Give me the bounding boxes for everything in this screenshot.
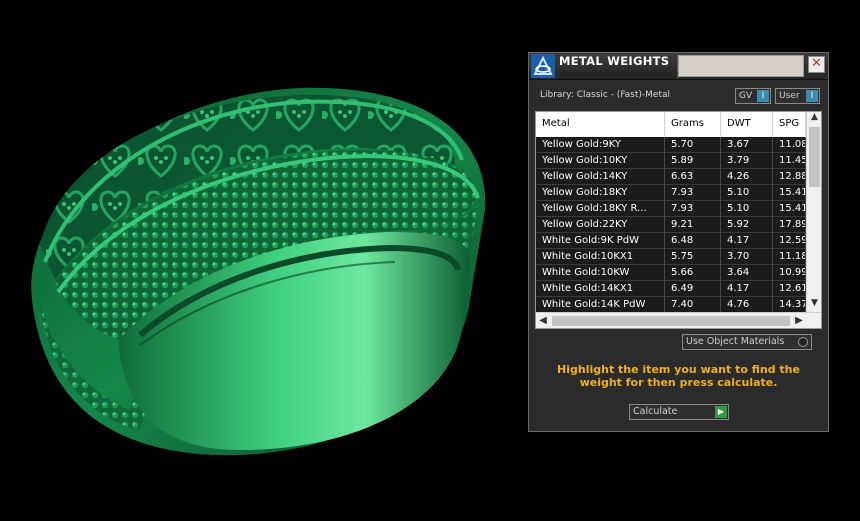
cell-dwt: 4.17	[721, 281, 773, 297]
scroll-left-icon[interactable]: ◀	[536, 313, 550, 328]
close-button[interactable]: ✕	[808, 56, 825, 73]
table-body: Yellow Gold:9KY 5.70 3.67 11.08 Yellow Gold:…	[536, 137, 806, 313]
table-row[interactable]: White Gold:9K PdW 6.48 4.17 12.59	[536, 233, 806, 249]
cell-grams: 5.70	[665, 137, 721, 153]
cell-metal: White Gold:14K PdW	[536, 297, 665, 313]
cell-dwt: 4.26	[721, 169, 773, 185]
column-header-dwt[interactable]: DWT	[721, 112, 773, 136]
cell-grams: 6.48	[665, 233, 721, 249]
cell-metal: Yellow Gold:18KY	[536, 185, 665, 201]
cell-spg: 12.61	[773, 281, 806, 297]
vertical-scroll-thumb[interactable]	[809, 127, 820, 187]
table-row[interactable]: Yellow Gold:9KY 5.70 3.67 11.08	[536, 137, 806, 153]
cell-grams: 5.66	[665, 265, 721, 281]
cell-metal: Yellow Gold:9KY	[536, 137, 665, 153]
app-logo-icon	[531, 54, 555, 78]
cell-spg: 11.18	[773, 249, 806, 265]
ring-model	[31, 87, 486, 456]
cell-metal: White Gold:9K PdW	[536, 233, 665, 249]
user-toggle[interactable]: User I	[775, 88, 820, 104]
cell-dwt: 3.67	[721, 137, 773, 153]
column-header-spg[interactable]: SPG	[773, 112, 806, 136]
cell-grams: 6.49	[665, 281, 721, 297]
cell-grams: 7.93	[665, 201, 721, 217]
column-header-metal[interactable]: Metal	[536, 112, 665, 136]
cell-grams: 7.40	[665, 297, 721, 313]
user-toggle-knob: I	[806, 90, 818, 102]
panel-title-tab: METAL WEIGHTS	[529, 53, 678, 79]
cell-metal: White Gold:10KW	[536, 265, 665, 281]
cell-spg: 11.08	[773, 137, 806, 153]
cell-metal: White Gold:14KX1	[536, 281, 665, 297]
cell-dwt: 4.76	[721, 297, 773, 313]
calculate-label: Calculate	[633, 406, 678, 417]
table-row[interactable]: White Gold:14KX1 6.49 4.17 12.61	[536, 281, 806, 297]
vertical-scrollbar[interactable]: ▲ ▼	[806, 112, 821, 312]
cell-dwt: 5.10	[721, 201, 773, 217]
metal-weights-panel: METAL WEIGHTS ✕ Library: Classic - (Fast…	[528, 52, 829, 432]
gv-toggle-knob: I	[757, 90, 769, 102]
titlebar-gap	[678, 55, 804, 77]
table-row[interactable]: Yellow Gold:18KY R... 7.93 5.10 15.41	[536, 201, 806, 217]
use-object-materials-label: Use Object Materials	[686, 336, 785, 347]
cell-grams: 6.63	[665, 169, 721, 185]
calculate-button[interactable]: Calculate ▶	[629, 404, 729, 420]
scroll-up-icon[interactable]: ▲	[807, 112, 821, 126]
cell-spg: 12.88	[773, 169, 806, 185]
use-object-materials-toggle[interactable]: Use Object Materials	[682, 334, 812, 350]
user-toggle-label: User	[779, 91, 800, 101]
cell-spg: 12.59	[773, 233, 806, 249]
cell-dwt: 3.64	[721, 265, 773, 281]
cell-dwt: 5.10	[721, 185, 773, 201]
library-label: Library: Classic - (Fast)-Metal	[540, 90, 671, 100]
cell-spg: 11.45	[773, 153, 806, 169]
cell-dwt: 3.70	[721, 249, 773, 265]
cell-spg: 15.41	[773, 201, 806, 217]
panel-titlebar[interactable]: METAL WEIGHTS ✕	[529, 53, 828, 80]
panel-title: METAL WEIGHTS	[559, 54, 670, 68]
cell-metal: White Gold:10KX1	[536, 249, 665, 265]
horizontal-scrollbar[interactable]: ◀ ▶	[536, 312, 821, 328]
cell-grams: 9.21	[665, 217, 721, 233]
cell-grams: 5.89	[665, 153, 721, 169]
cell-metal: Yellow Gold:10KY	[536, 153, 665, 169]
cell-grams: 5.75	[665, 249, 721, 265]
cell-dwt: 4.17	[721, 233, 773, 249]
scroll-down-icon[interactable]: ▼	[807, 298, 821, 312]
gv-toggle[interactable]: GV I	[735, 88, 771, 104]
cell-dwt: 3.79	[721, 153, 773, 169]
table-row[interactable]: Yellow Gold:18KY 7.93 5.10 15.41	[536, 185, 806, 201]
table-row[interactable]: Yellow Gold:22KY 9.21 5.92 17.89	[536, 217, 806, 233]
table-row[interactable]: Yellow Gold:10KY 5.89 3.79 11.45	[536, 153, 806, 169]
cell-metal: Yellow Gold:14KY	[536, 169, 665, 185]
table-row[interactable]: Yellow Gold:14KY 6.63 4.26 12.88	[536, 169, 806, 185]
metal-table: Metal Grams DWT SPG Yellow Gold:9KY 5.70 3…	[535, 111, 822, 329]
radio-icon	[798, 337, 808, 347]
scroll-right-icon[interactable]: ▶	[792, 313, 806, 328]
cell-metal: Yellow Gold:18KY R...	[536, 201, 665, 217]
table-row[interactable]: White Gold:14K PdW 7.40 4.76 14.37	[536, 297, 806, 313]
cell-grams: 7.93	[665, 185, 721, 201]
cell-spg: 15.41	[773, 185, 806, 201]
horizontal-scroll-thumb[interactable]	[552, 316, 790, 326]
cell-spg: 10.99	[773, 265, 806, 281]
cell-spg: 14.37	[773, 297, 806, 313]
table-row[interactable]: White Gold:10KX1 5.75 3.70 11.18	[536, 249, 806, 265]
cell-spg: 17.89	[773, 217, 806, 233]
cell-dwt: 5.92	[721, 217, 773, 233]
play-arrow-icon: ▶	[715, 406, 727, 418]
table-row[interactable]: White Gold:10KW 5.66 3.64 10.99	[536, 265, 806, 281]
column-header-grams[interactable]: Grams	[665, 112, 721, 136]
cell-metal: Yellow Gold:22KY	[536, 217, 665, 233]
instruction-text: Highlight the item you want to find the …	[557, 363, 800, 389]
table-header: Metal Grams DWT SPG	[536, 112, 806, 136]
gv-toggle-label: GV	[739, 91, 753, 101]
